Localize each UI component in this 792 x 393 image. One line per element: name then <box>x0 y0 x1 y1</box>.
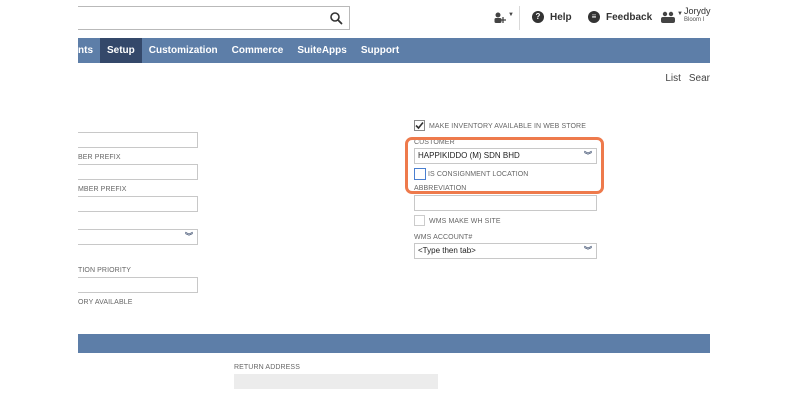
left-field-3-input[interactable] <box>78 196 198 212</box>
plus-person-icon <box>494 12 506 23</box>
abbreviation-input[interactable] <box>414 195 597 211</box>
search-link[interactable]: Sear <box>689 73 710 84</box>
list-link[interactable]: List <box>665 73 681 84</box>
wms-account-select[interactable]: <Type then tab> ︾ <box>414 243 597 259</box>
wms-make-wh-checkbox[interactable] <box>414 215 425 226</box>
question-icon: ? <box>532 11 544 23</box>
create-new-icon[interactable]: ▼ <box>492 11 514 25</box>
make-inventory-checkbox[interactable] <box>414 120 425 131</box>
return-address-field <box>234 374 438 389</box>
left-field-3-label: MBER PREFIX <box>78 186 127 193</box>
double-chevron-down-icon[interactable]: ︾ <box>584 246 592 256</box>
make-inventory-label: MAKE INVENTORY AVAILABLE IN WEB STORE <box>429 123 586 130</box>
left-field-5-input[interactable] <box>78 277 198 293</box>
global-search-input[interactable] <box>78 6 350 30</box>
search-icon[interactable] <box>329 11 343 25</box>
help-link[interactable]: ? Help <box>532 11 572 23</box>
nav-item-suiteapps[interactable]: SuiteApps <box>290 38 353 63</box>
help-label: Help <box>550 11 572 23</box>
page-links: List Sear <box>665 73 710 84</box>
left-field-6-label: ORY AVAILABLE <box>78 299 133 306</box>
wms-make-wh-label: WMS MAKE WH SITE <box>429 218 501 225</box>
nav-item-partial[interactable]: nts <box>78 38 100 63</box>
roles-icon <box>661 11 675 23</box>
checkmark-icon <box>415 121 424 130</box>
nav-item-support[interactable]: Support <box>354 38 406 63</box>
nav-item-setup[interactable]: Setup <box>100 38 142 63</box>
feedback-link[interactable]: ≡ Feedback <box>588 11 652 23</box>
user-name: Jorydy <box>684 6 711 16</box>
wms-account-label: WMS ACCOUNT# <box>414 234 473 241</box>
left-field-5-label: TION PRIORITY <box>78 267 132 274</box>
double-chevron-down-icon[interactable]: ︾ <box>185 232 193 242</box>
wms-account-value: <Type then tab> <box>418 246 476 255</box>
highlight-annotation <box>405 137 604 194</box>
header-divider <box>519 6 520 30</box>
nav-item-commerce[interactable]: Commerce <box>225 38 291 63</box>
section-header-bar <box>78 334 710 353</box>
nav-item-customization[interactable]: Customization <box>142 38 225 63</box>
left-field-2-label: BER PREFIX <box>78 154 121 161</box>
user-account: Bloom I <box>684 17 705 23</box>
left-select[interactable]: ︾ <box>78 229 198 245</box>
feedback-label: Feedback <box>606 11 653 23</box>
left-field-2-input[interactable] <box>78 164 198 180</box>
main-nav: nts Setup Customization Commerce SuiteAp… <box>78 38 710 63</box>
return-address-label: RETURN ADDRESS <box>234 364 300 371</box>
chat-bubble-icon: ≡ <box>588 11 600 23</box>
chevron-down-icon: ▼ <box>677 11 683 17</box>
chevron-down-icon: ▼ <box>508 12 514 18</box>
left-field-1-input[interactable] <box>78 132 198 148</box>
